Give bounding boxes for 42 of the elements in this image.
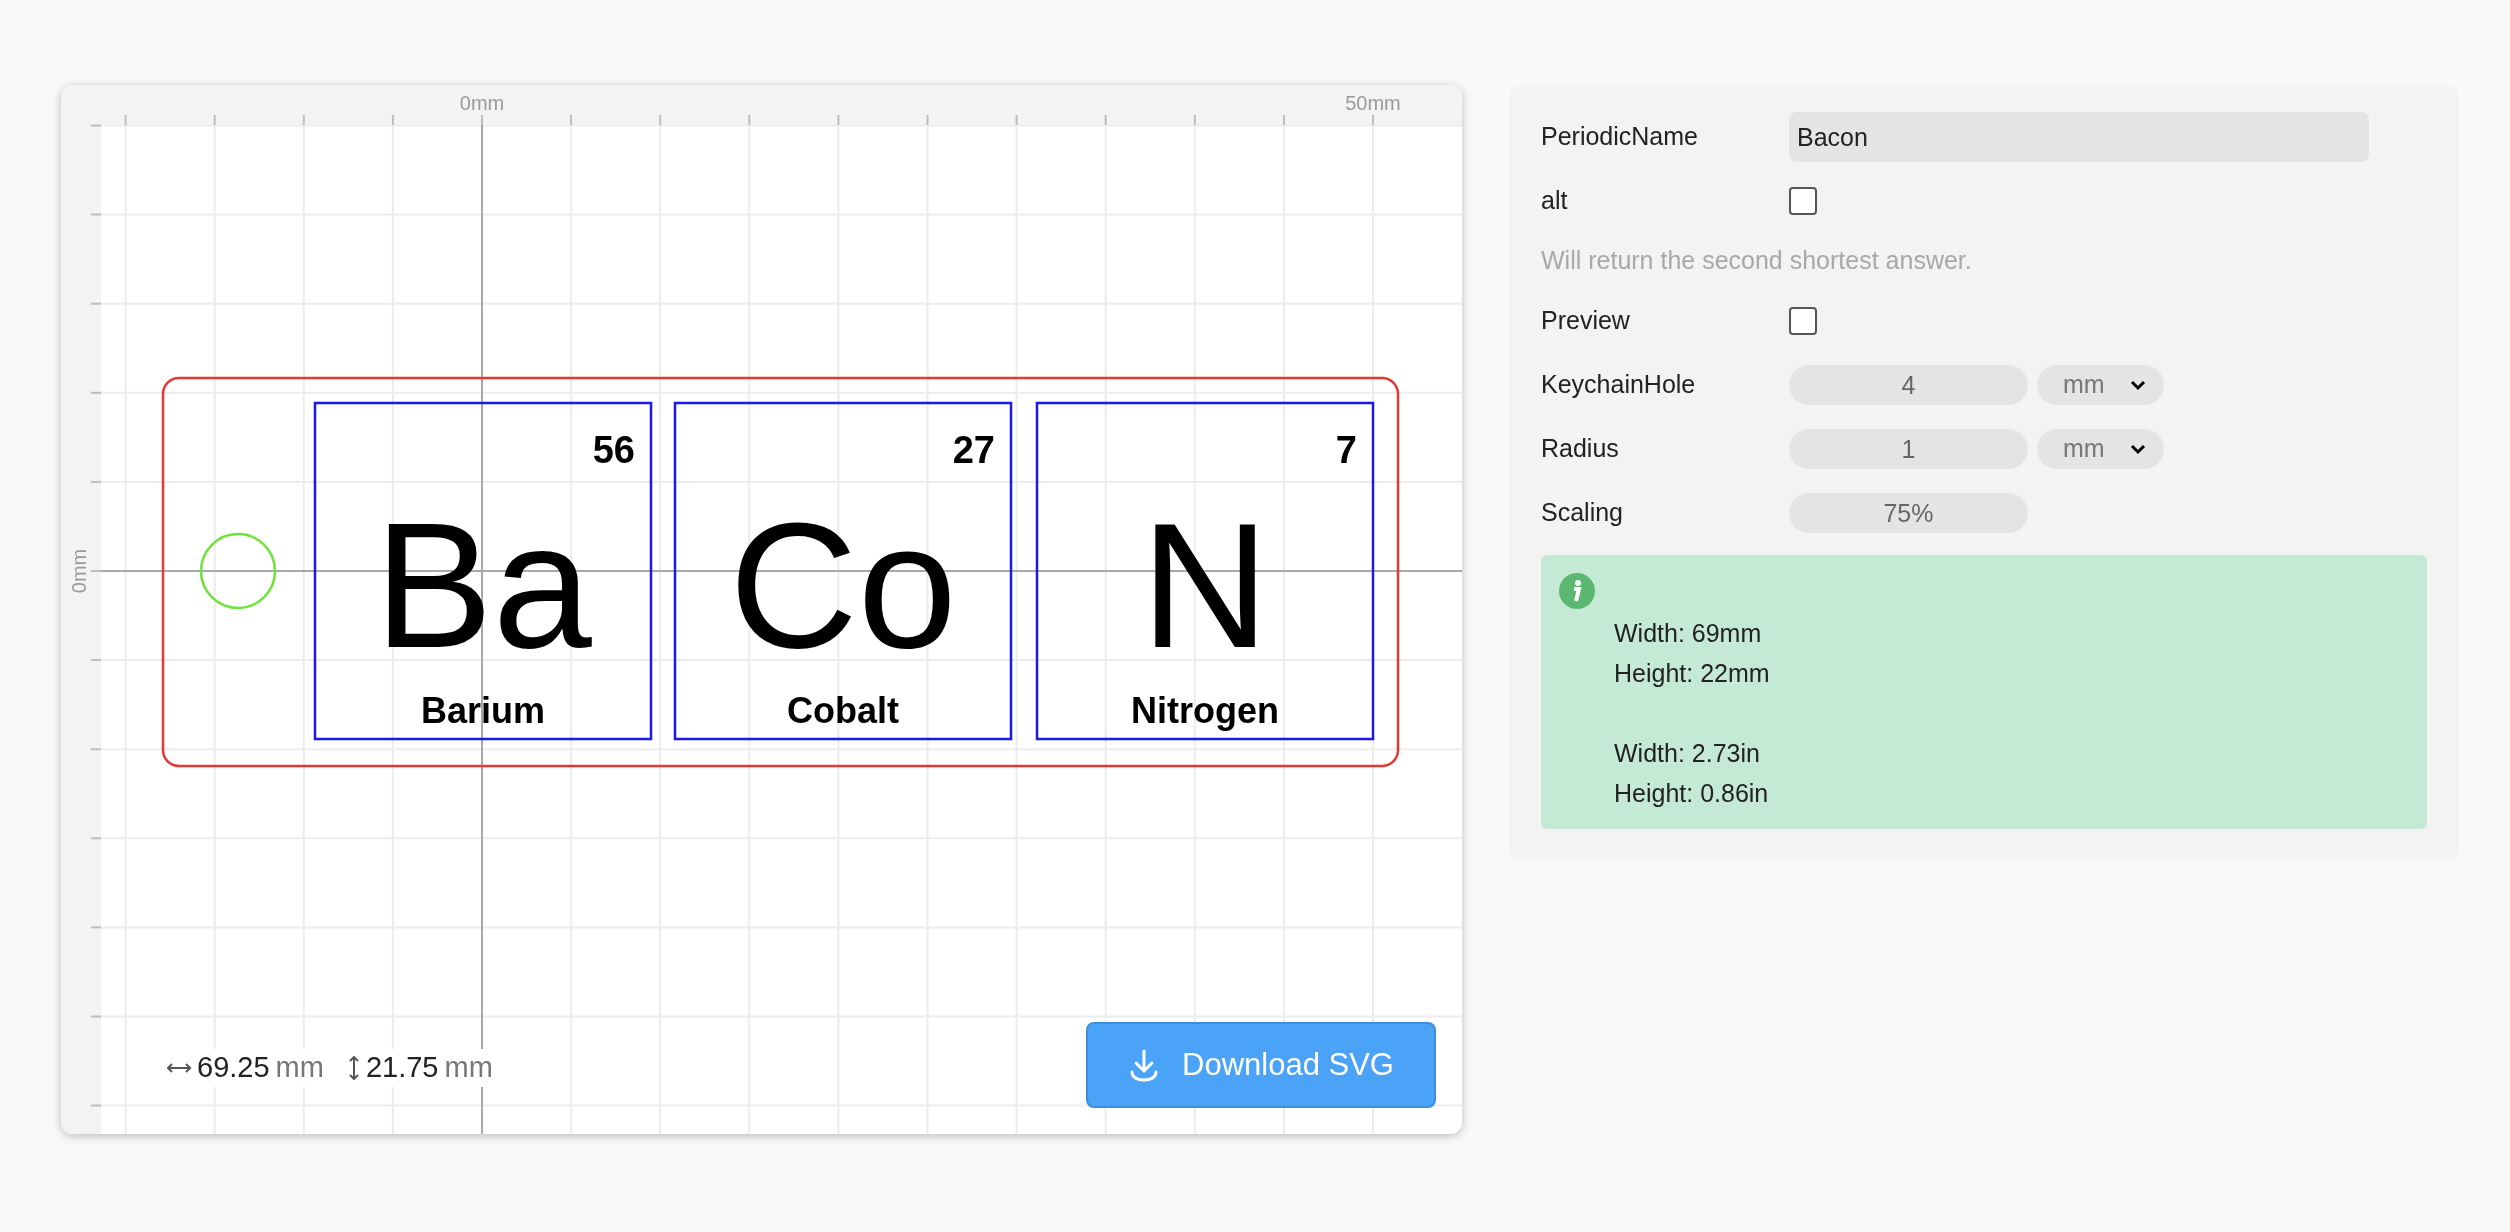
unit-select[interactable]: mm: [2037, 429, 2164, 469]
field-label: Radius: [1541, 433, 1620, 465]
height-arrow-icon: [347, 1056, 360, 1080]
width-arrow-icon: [167, 1062, 191, 1074]
element-name: Cobalt: [787, 690, 899, 731]
atomic-number: 27: [952, 429, 995, 471]
text-field[interactable]: Bacon: [1789, 112, 2369, 162]
chevron-down-icon: [2130, 379, 2146, 391]
number-field[interactable]: 75%: [1789, 493, 2028, 533]
number-field[interactable]: 1: [1789, 429, 2028, 469]
info-line: Width: 69mm: [1614, 618, 1763, 649]
info-line: Height: 22mm: [1614, 658, 1771, 689]
ruler-label: 50mm: [1345, 92, 1401, 114]
field-label: KeychainHole: [1541, 369, 1697, 401]
checkbox[interactable]: [1789, 187, 1817, 215]
chevron-down-icon: [2130, 443, 2146, 455]
element-symbol: Co: [729, 486, 957, 685]
info-line: Height: 0.86in: [1614, 778, 1770, 809]
field-label: PeriodicName: [1541, 121, 1699, 153]
ruler-label: 0mm: [459, 92, 505, 114]
checkbox[interactable]: [1789, 307, 1817, 335]
element-name: Nitrogen: [1131, 690, 1279, 731]
width-value: 69.25: [197, 1050, 270, 1086]
field-label: Scaling: [1541, 497, 1624, 529]
number-field[interactable]: 4: [1789, 365, 2028, 405]
atomic-number: 7: [1335, 429, 1357, 471]
element-symbol: Ba: [374, 486, 592, 685]
atomic-number: 56: [592, 429, 635, 471]
info-icon: [1559, 573, 1595, 609]
hint-text: Will return the second shortest answer.: [1541, 245, 1973, 277]
element-name: Barium: [421, 690, 545, 731]
info-line: Width: 2.73in: [1614, 738, 1761, 769]
download-button[interactable]: Download SVG: [1086, 1022, 1436, 1108]
height-unit: mm: [444, 1050, 493, 1086]
ruler-label: 0mm: [68, 548, 90, 594]
download-icon: [1128, 1048, 1160, 1082]
element-symbol: N: [1140, 486, 1270, 685]
unit-select[interactable]: mm: [2037, 365, 2164, 405]
field-label: Preview: [1541, 305, 1631, 337]
height-value: 21.75: [365, 1050, 439, 1086]
width-unit: mm: [275, 1050, 324, 1086]
field-label: alt: [1541, 185, 1569, 217]
